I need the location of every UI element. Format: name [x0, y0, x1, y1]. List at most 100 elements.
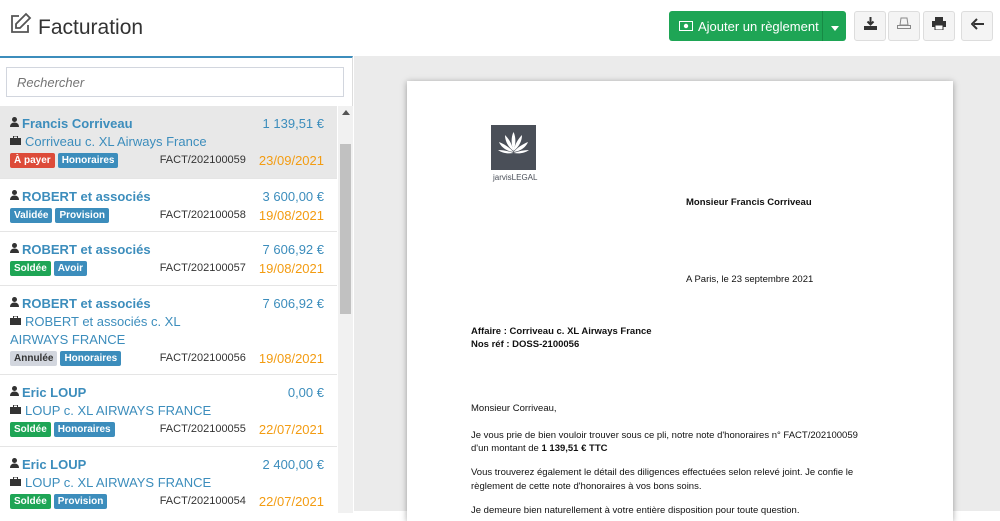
letter-ref: Nos réf : DOSS-2100056: [471, 339, 580, 350]
type-badge: Provision: [55, 207, 110, 223]
badge-row: Soldée Honoraires FACT/202100055 22/07/2…: [10, 420, 324, 438]
print-icon: [932, 17, 946, 35]
letter-recipient: Monsieur Francis Corriveau: [686, 197, 812, 208]
status-badge: Annulée: [10, 350, 58, 366]
status-badge: À payer: [10, 152, 55, 168]
invoice-item[interactable]: Eric LOUP 0,00 € LOUP c. XL AIRWAYS FRAN…: [0, 375, 337, 447]
client-name[interactable]: Eric LOUP: [22, 457, 86, 472]
page-title: Facturation: [38, 15, 144, 39]
invoice-list-panel: Francis Corriveau 1 139,51 € Corriveau c…: [0, 56, 353, 513]
client-name[interactable]: ROBERT et associés: [22, 242, 151, 257]
edit-icon: [8, 12, 32, 41]
invoice-header-row: Eric LOUP 0,00 €: [10, 383, 324, 401]
badge-row: À payer Honoraires FACT/202100059 23/09/…: [10, 151, 324, 169]
invoice-header-row: Francis Corriveau 1 139,51 €: [10, 114, 324, 132]
invoice-header-row: ROBERT et associés 3 600,00 €: [10, 187, 324, 205]
user-icon: [10, 294, 19, 312]
invoice-amount: 3 600,00 €: [262, 188, 324, 204]
invoice-ref: FACT/202100059: [159, 154, 246, 166]
add-payment-dropdown[interactable]: [822, 11, 846, 41]
letter-paragraph-2-line2: règlement de cette note d'honoraires à v…: [471, 481, 702, 492]
affair-row-cont: AIRWAYS FRANCE: [10, 330, 324, 348]
letter-salutation: Monsieur Corriveau,: [471, 403, 557, 414]
client-name[interactable]: ROBERT et associés: [22, 296, 151, 311]
invoice-date: 19/08/2021: [258, 207, 324, 223]
document-viewer[interactable]: jarvisLEGAL Monsieur Francis Corriveau A…: [354, 56, 1000, 521]
invoice-item[interactable]: Eric LOUP 2 400,00 € LOUP c. XL AIRWAYS …: [0, 447, 337, 513]
invoice-item[interactable]: ROBERT et associés 7 606,92 € ROBERT et …: [0, 286, 337, 375]
stamp-icon: [897, 17, 911, 35]
invoice-amount: 1 139,51 €: [262, 115, 324, 131]
affair-row: Corriveau c. XL Airways France: [10, 132, 324, 150]
status-badge: Validée: [10, 207, 53, 223]
invoice-item[interactable]: ROBERT et associés 3 600,00 € Validée Pr…: [0, 179, 337, 232]
client-name[interactable]: ROBERT et associés: [22, 189, 151, 204]
letter-place-date: A Paris, le 23 septembre 2021: [686, 274, 814, 285]
invoice-item[interactable]: ROBERT et associés 7 606,92 € Soldée Avo…: [0, 232, 337, 286]
invoice-header-row: Eric LOUP 2 400,00 €: [10, 455, 324, 473]
client-name[interactable]: Eric LOUP: [22, 385, 86, 400]
invoice-letter-page: jarvisLEGAL Monsieur Francis Corriveau A…: [407, 81, 953, 521]
status-badge: Soldée: [10, 493, 51, 509]
user-icon: [10, 383, 19, 401]
amount-prefix: d'un montant de: [471, 443, 542, 454]
type-badge: Avoir: [53, 260, 87, 276]
badge-row: Soldée Provision FACT/202100054 22/07/20…: [10, 492, 324, 510]
invoice-ref: FACT/202100054: [159, 495, 246, 507]
invoice-header-row: ROBERT et associés 7 606,92 €: [10, 240, 324, 258]
download-button[interactable]: [854, 11, 886, 41]
invoice-amount: 2 400,00 €: [262, 456, 324, 472]
status-badge: Soldée: [10, 421, 51, 437]
letter-affair: Affaire : Corriveau c. XL Airways France: [471, 326, 652, 337]
invoice-ref: FACT/202100058: [159, 209, 246, 221]
invoice-amount: 7 606,92 €: [262, 295, 324, 311]
invoice-ref: FACT/202100057: [159, 262, 246, 274]
invoice-date: 22/07/2021: [258, 421, 324, 437]
client-name[interactable]: Francis Corriveau: [22, 116, 133, 131]
download-icon: [863, 17, 877, 35]
invoice-amount: 7 606,92 €: [262, 241, 324, 257]
list-scrollbar[interactable]: [338, 106, 353, 513]
affair-link[interactable]: LOUP c. XL AIRWAYS FRANCE: [25, 475, 211, 490]
affair-row: LOUP c. XL AIRWAYS FRANCE: [10, 473, 324, 491]
caret-down-icon: [830, 19, 839, 34]
invoice-ref: FACT/202100056: [159, 352, 246, 364]
header: Facturation Ajouter un règlement: [0, 0, 1000, 56]
invoice-item[interactable]: Francis Corriveau 1 139,51 € Corriveau c…: [0, 106, 337, 179]
briefcase-icon: [10, 473, 21, 491]
type-badge: Honoraires: [57, 152, 119, 168]
letter-amount: 1 139,51 € TTC: [541, 443, 608, 454]
user-icon: [10, 114, 19, 132]
affair-link[interactable]: ROBERT et associés c. XL: [25, 314, 181, 329]
letter-paragraph-1: Je vous prie de bien vouloir trouver sou…: [471, 430, 858, 441]
title-wrap: Facturation: [8, 12, 143, 41]
add-payment-main[interactable]: Ajouter un règlement: [669, 11, 822, 41]
stamp-button[interactable]: [888, 11, 920, 41]
back-button[interactable]: [961, 11, 993, 41]
arrow-left-icon: [970, 17, 984, 35]
invoice-date: 19/08/2021: [258, 350, 324, 366]
affair-row: ROBERT et associés c. XL: [10, 312, 324, 330]
invoice-date: 22/07/2021: [258, 493, 324, 509]
invoice-date: 19/08/2021: [258, 260, 324, 276]
user-icon: [10, 455, 19, 473]
briefcase-icon: [10, 132, 21, 150]
user-icon: [10, 187, 19, 205]
add-payment-button[interactable]: Ajouter un règlement: [669, 11, 846, 41]
scroll-thumb[interactable]: [340, 144, 351, 314]
affair-link[interactable]: LOUP c. XL AIRWAYS FRANCE: [25, 403, 211, 418]
badge-row: Annulée Honoraires FACT/202100056 19/08/…: [10, 349, 324, 367]
briefcase-icon: [10, 401, 21, 419]
scroll-up-icon[interactable]: [342, 110, 350, 115]
print-button[interactable]: [923, 11, 955, 41]
letter-paragraph-2: Vous trouverez également le détail des d…: [471, 467, 854, 478]
search-input[interactable]: [6, 67, 344, 97]
affair-link-cont[interactable]: AIRWAYS FRANCE: [10, 332, 125, 347]
invoice-list: Francis Corriveau 1 139,51 € Corriveau c…: [0, 106, 337, 513]
invoice-date: 23/09/2021: [258, 152, 324, 168]
affair-link[interactable]: Corriveau c. XL Airways France: [25, 134, 207, 149]
briefcase-icon: [10, 312, 21, 330]
type-badge: Honoraires: [60, 350, 122, 366]
invoice-header-row: ROBERT et associés 7 606,92 €: [10, 294, 324, 312]
type-badge: Honoraires: [53, 421, 115, 437]
